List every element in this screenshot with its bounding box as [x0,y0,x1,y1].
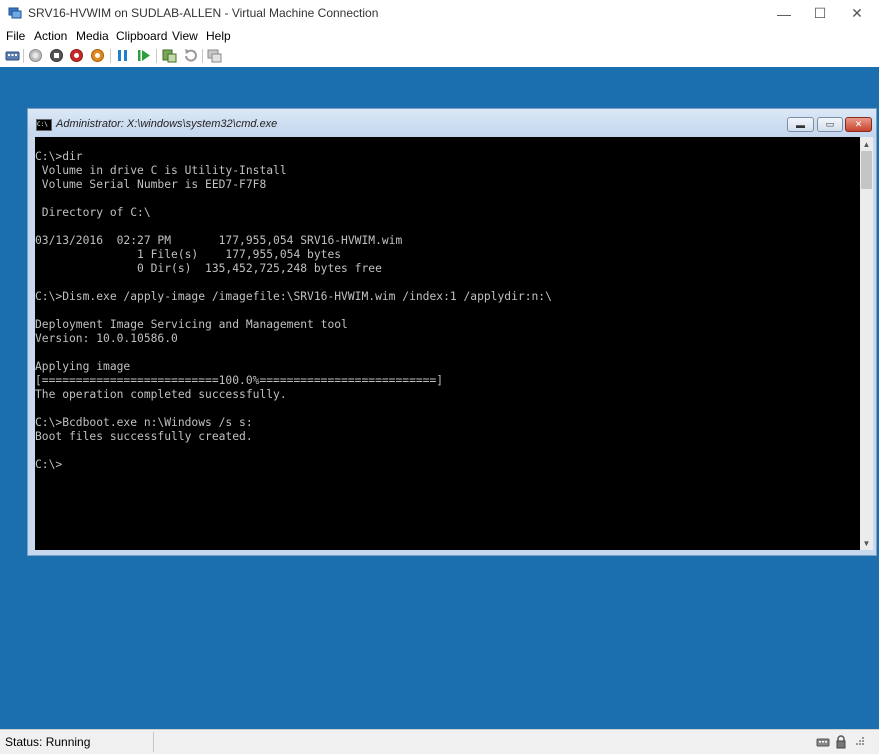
scroll-down-icon[interactable]: ▼ [860,537,873,549]
window-title: SRV16-HVWIM on SUDLAB-ALLEN - Virtual Ma… [28,6,379,20]
turn-off-icon[interactable] [49,48,64,63]
cmd-window-title: Administrator: X:\windows\system32\cmd.e… [56,118,278,130]
menu-bar: File Action Media Clipboard View Help [0,27,879,45]
title-bar: SRV16-HVWIM on SUDLAB-ALLEN - Virtual Ma… [0,0,879,27]
menu-media[interactable]: Media [76,29,109,43]
save-state-icon[interactable] [90,48,105,63]
console-line: Version: 10.0.10586.0 [35,332,178,345]
cmd-minimize-button[interactable]: ▬ [787,117,814,132]
status-divider [153,732,154,752]
cmd-maximize-button[interactable]: ▭ [817,117,843,132]
console-line: Directory of C:\ [35,206,151,219]
enhanced-session-icon[interactable] [207,48,222,63]
cmd-title-bar[interactable]: C:\ Administrator: X:\windows\system32\c… [28,109,876,137]
toolbar-separator [23,49,24,63]
cmd-close-button[interactable]: ✕ [845,117,872,132]
toolbar [0,45,879,67]
ctrl-alt-del-icon[interactable] [5,48,20,63]
console-line: Volume Serial Number is EED7-F7F8 [35,178,267,191]
toolbar-separator [202,49,203,63]
console-line: C:\>Dism.exe /apply-image /imagefile:\SR… [35,290,552,303]
resize-grip-icon[interactable] [852,735,866,749]
console-line: 0 Dir(s) 135,452,725,248 bytes free [35,262,382,275]
toolbar-separator [110,49,111,63]
console-line: Boot files successfully created. [35,430,253,443]
console-line: C:\>dir [35,150,83,163]
scrollbar-thumb[interactable] [861,151,872,189]
cmd-window: C:\ Administrator: X:\windows\system32\c… [27,108,877,556]
console-scrollbar[interactable]: ▲ ▼ [860,137,873,550]
console-prompt: C:\> [35,458,63,471]
lock-icon [836,735,846,749]
console-line: Applying image [35,360,131,373]
shut-down-icon[interactable] [69,48,84,63]
console-line: Deployment Image Servicing and Managemen… [35,318,348,331]
toolbar-separator [156,49,157,63]
maximize-button[interactable]: ☐ [802,0,838,27]
menu-file[interactable]: File [6,29,25,43]
console-line: [==========================100.0%=======… [35,374,444,387]
cmd-icon: C:\ [36,119,52,131]
menu-view[interactable]: View [172,29,198,43]
status-text: Status: Running [5,735,91,749]
console-line: 03/13/2016 02:27 PM 177,955,054 SRV16-HV… [35,234,403,247]
start-icon[interactable] [28,48,43,63]
menu-action[interactable]: Action [34,29,67,43]
minimize-button[interactable]: — [766,0,802,27]
checkpoint-icon[interactable] [162,48,177,63]
scroll-up-icon[interactable]: ▲ [860,138,873,150]
menu-clipboard[interactable]: Clipboard [116,29,167,43]
vm-connection-icon [8,7,22,19]
status-bar: Status: Running [0,729,879,754]
console-line: The operation completed successfully. [35,388,287,401]
revert-icon[interactable] [183,48,198,63]
console-line: C:\>Bcdboot.exe n:\Windows /s s: [35,416,253,429]
pause-icon[interactable] [115,48,130,63]
console-line: 1 File(s) 177,955,054 bytes [35,248,342,261]
console-output[interactable]: C:\>dir Volume in drive C is Utility-Ins… [35,137,860,550]
menu-help[interactable]: Help [206,29,231,43]
resume-icon[interactable] [136,48,151,63]
console-line: Volume in drive C is Utility-Install [35,164,287,177]
close-button[interactable]: ✕ [839,0,875,27]
keyboard-icon [816,738,830,747]
